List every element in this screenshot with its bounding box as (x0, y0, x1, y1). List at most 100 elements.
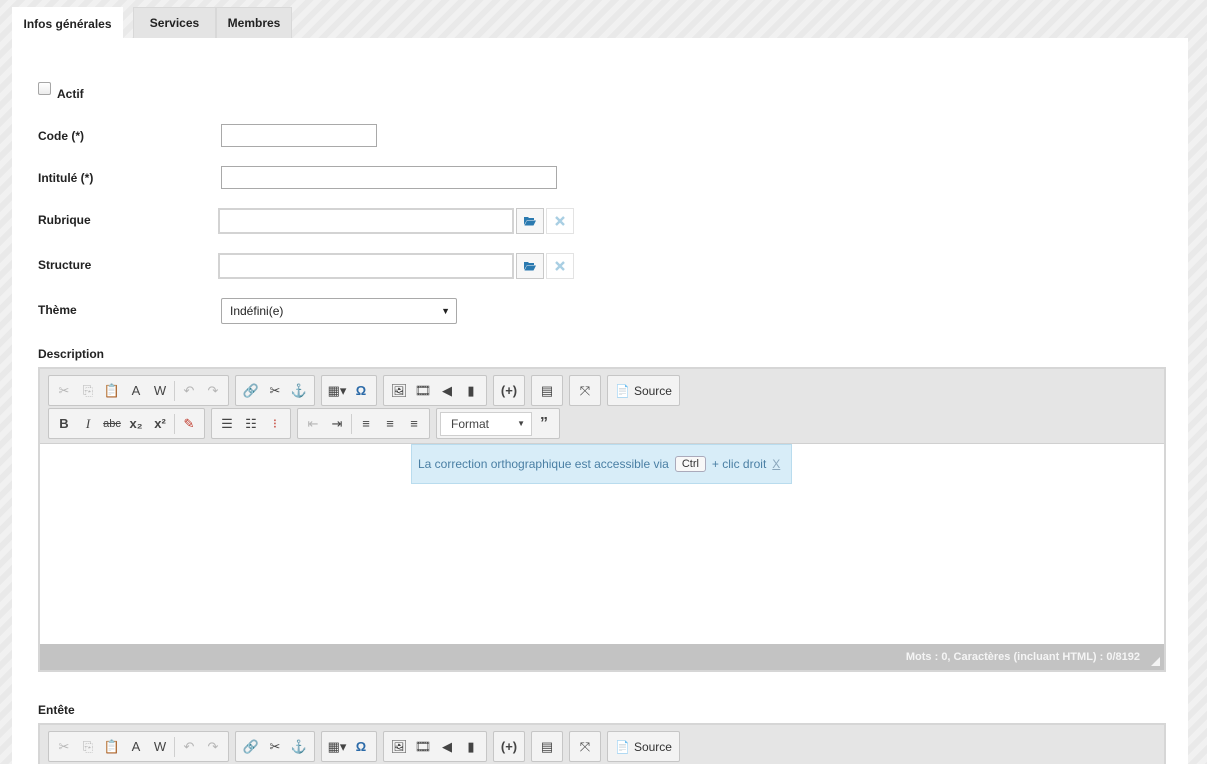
tab-label: Membres (227, 16, 281, 30)
rubrique-clear-button[interactable] (546, 208, 574, 234)
tab-label: Services (149, 16, 200, 30)
spellcheck-notification: La correction orthographique est accessi… (411, 444, 792, 484)
copy-icon[interactable]: ⎘ (76, 379, 100, 403)
maximize-group: ⤧ (569, 375, 601, 406)
strike-button[interactable]: abc (100, 412, 124, 436)
video-icon[interactable]: 🎞 (411, 735, 435, 759)
undo-icon[interactable]: ↶ (177, 735, 201, 759)
video-icon[interactable]: 🎞 (411, 379, 435, 403)
entete-label: Entête (38, 703, 75, 717)
placeholder-icon[interactable]: (+) (497, 379, 521, 403)
folder-open-icon (524, 261, 536, 271)
form-panel: Actif Code (*) Intitulé (*) Rubrique Str… (12, 38, 1188, 764)
outdent-icon[interactable]: ⇤ (301, 412, 325, 436)
anchor-icon[interactable]: ⚓ (287, 735, 311, 759)
paste-text-icon[interactable]: A (124, 735, 148, 759)
tab-services[interactable]: Services (133, 7, 216, 38)
align-right-icon[interactable]: ≡ (402, 412, 426, 436)
format-label: Format (451, 416, 490, 431)
image-icon[interactable]: 🖼 (387, 379, 411, 403)
table-icon[interactable]: ▦▾ (325, 379, 349, 403)
image-icon[interactable]: 🖼 (387, 735, 411, 759)
bulleted-list-icon[interactable]: ☷ (239, 412, 263, 436)
rubrique-browse-button[interactable] (516, 208, 544, 234)
intitule-input[interactable] (221, 166, 557, 189)
remove-format-icon[interactable]: ✎ (177, 412, 201, 436)
link-icon[interactable]: 🔗 (239, 379, 263, 403)
maximize-group: ⤧ (569, 731, 601, 762)
paste-word-icon[interactable]: W (148, 379, 172, 403)
maximize-icon[interactable]: ⤧ (573, 735, 597, 759)
placeholder-group: (+) (493, 731, 525, 762)
entete-editor: ✂ ⎘ 📋 A W ↶ ↷ 🔗 ✂ ⚓ ▦▾ Ω 🖼 🎞 ◀ ▮ (+) ▤ ⤧… (38, 723, 1166, 764)
source-label: Source (633, 739, 672, 754)
structure-input[interactable] (218, 253, 514, 279)
superscript-icon[interactable]: x² (148, 412, 172, 436)
format-group: Format ▼ ” (436, 408, 560, 439)
redo-icon[interactable]: ↷ (201, 379, 225, 403)
cut-icon[interactable]: ✂ (52, 735, 76, 759)
structure-browse-button[interactable] (516, 253, 544, 279)
align-left-icon[interactable]: ≡ (354, 412, 378, 436)
maximize-icon[interactable]: ⤧ (573, 379, 597, 403)
anchor-icon[interactable]: ⚓ (287, 379, 311, 403)
links-group: 🔗 ✂ ⚓ (235, 375, 315, 406)
unlink-icon[interactable]: ✂ (263, 735, 287, 759)
media-group: 🖼 🎞 ◀ ▮ (383, 731, 487, 762)
placeholder-icon[interactable]: (+) (497, 735, 521, 759)
paste-icon[interactable]: 📋 (100, 735, 124, 759)
toolbar-separator (174, 736, 175, 757)
paste-word-icon[interactable]: W (148, 735, 172, 759)
editor-statusbar: Mots : 0, Caractères (incluant HTML) : 0… (40, 644, 1164, 670)
tab-membres[interactable]: Membres (216, 7, 292, 38)
copy-icon[interactable]: ⎘ (76, 735, 100, 759)
remove-list-icon[interactable]: ⁝ (263, 412, 287, 436)
structure-label: Structure (38, 258, 92, 272)
link-icon[interactable]: 🔗 (239, 735, 263, 759)
table-icon[interactable]: ▦▾ (325, 735, 349, 759)
unlink-icon[interactable]: ✂ (263, 379, 287, 403)
align-group: ⇤ ⇥ ≡ ≡ ≡ (297, 408, 430, 439)
description-label: Description (38, 347, 105, 361)
templates-icon[interactable]: ▤ (535, 379, 559, 403)
actif-label: Actif (57, 87, 84, 101)
redo-icon[interactable]: ↷ (201, 735, 225, 759)
chevron-down-icon: ▼ (517, 419, 525, 428)
format-dropdown[interactable]: Format ▼ (440, 411, 532, 436)
templates-group: ▤ (531, 375, 563, 406)
numbered-list-icon[interactable]: ☰ (215, 412, 239, 436)
special-char-icon[interactable]: Ω (349, 379, 373, 403)
code-input[interactable] (221, 124, 377, 147)
flash-icon[interactable]: ▮ (459, 379, 483, 403)
cut-icon[interactable]: ✂ (52, 379, 76, 403)
flash-icon[interactable]: ▮ (459, 735, 483, 759)
tab-infos-generales[interactable]: Infos générales (12, 7, 123, 39)
bold-button[interactable]: B (52, 412, 76, 436)
audio-icon[interactable]: ◀ (435, 379, 459, 403)
rubrique-input[interactable] (218, 208, 514, 234)
italic-button[interactable]: I (76, 412, 100, 436)
source-icon: 📄 (615, 739, 630, 754)
paste-icon[interactable]: 📋 (100, 379, 124, 403)
source-button[interactable]: 📄 Source (611, 735, 676, 759)
special-char-icon[interactable]: Ω (349, 735, 373, 759)
insert-group: ▦▾ Ω (321, 731, 377, 762)
paste-text-icon[interactable]: A (124, 379, 148, 403)
description-content-area[interactable]: La correction orthographique est accessi… (40, 444, 1164, 644)
source-button[interactable]: 📄 Source (611, 379, 676, 403)
templates-icon[interactable]: ▤ (535, 735, 559, 759)
description-editor: ✂ ⎘ 📋 A W ↶ ↷ 🔗 ✂ ⚓ ▦▾ Ω 🖼 🎞 ◀ ▮ (+) ▤ ⤧… (38, 367, 1166, 672)
spellcheck-close-button[interactable]: X (772, 457, 780, 471)
audio-icon[interactable]: ◀ (435, 735, 459, 759)
indent-icon[interactable]: ⇥ (325, 412, 349, 436)
editor-toolbar: ✂ ⎘ 📋 A W ↶ ↷ 🔗 ✂ ⚓ ▦▾ Ω 🖼 🎞 ◀ ▮ (+) ▤ ⤧… (40, 725, 1164, 764)
resize-handle-icon[interactable] (1151, 657, 1160, 666)
undo-icon[interactable]: ↶ (177, 379, 201, 403)
align-center-icon[interactable]: ≡ (378, 412, 402, 436)
structure-clear-button[interactable] (546, 253, 574, 279)
actif-checkbox[interactable] (38, 82, 51, 95)
subscript-icon[interactable]: x₂ (124, 412, 148, 436)
media-group: 🖼 🎞 ◀ ▮ (383, 375, 487, 406)
theme-select[interactable]: Indéfini(e) ▼ (221, 298, 457, 324)
blockquote-icon[interactable]: ” (532, 412, 556, 436)
